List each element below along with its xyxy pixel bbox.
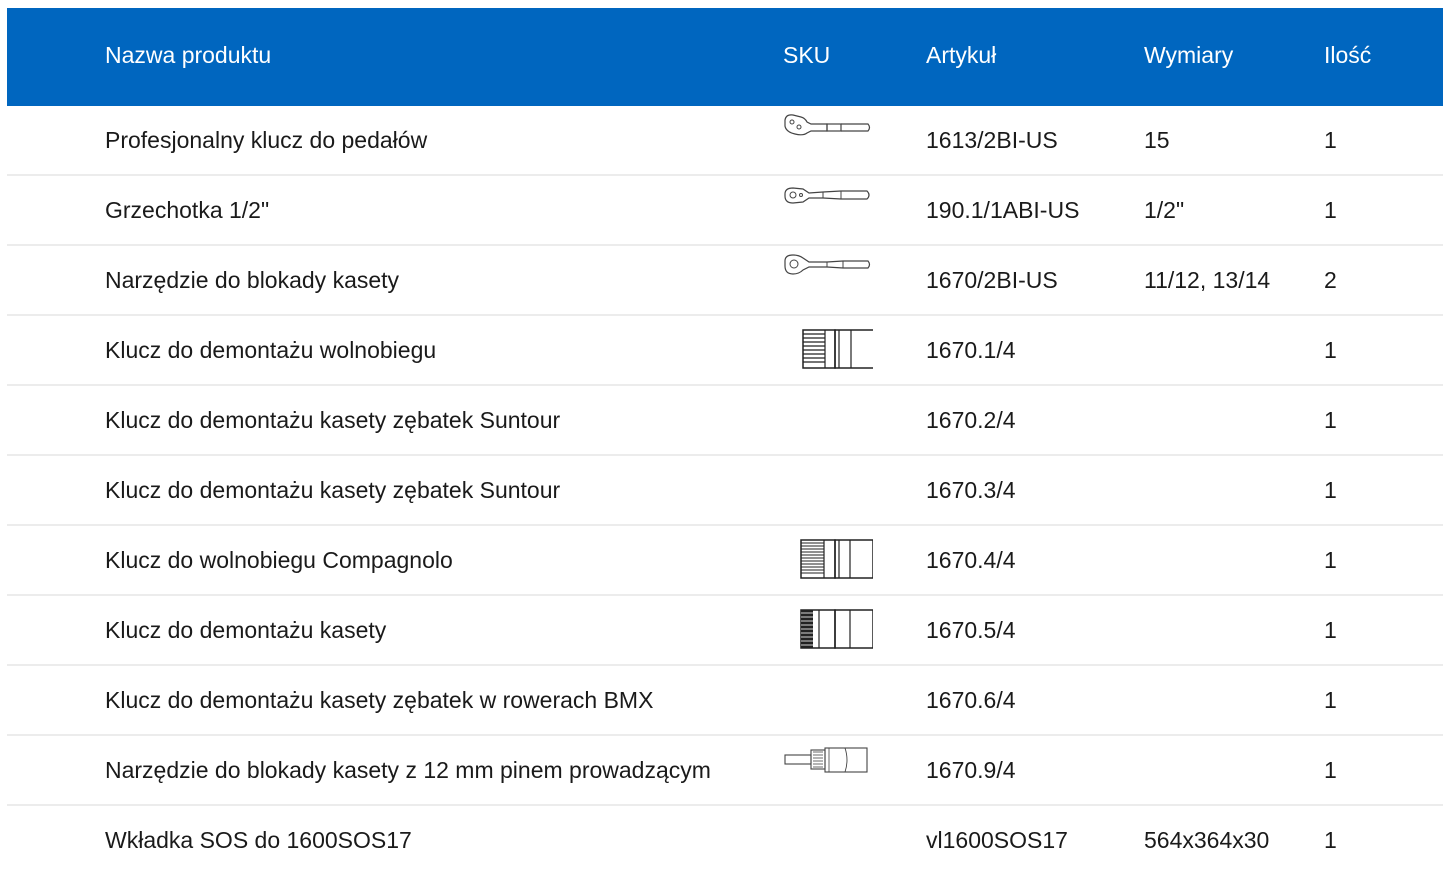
table-row: Klucz do demontażu wolnobiegu 1670.1/4 1 <box>7 316 1443 386</box>
product-quantity: 1 <box>1324 757 1337 783</box>
product-article: 1670.4/4 <box>926 547 1016 573</box>
product-name: Grzechotka 1/2" <box>105 197 270 223</box>
product-name: Wkładka SOS do 1600SOS17 <box>105 827 412 853</box>
header-sku[interactable]: SKU <box>783 42 830 69</box>
ratchet-icon <box>783 176 873 244</box>
socket-tool-icon <box>783 526 873 594</box>
table-row: Narzędzie do blokady kasety z 12 mm pine… <box>7 736 1443 806</box>
product-article: 1613/2BI-US <box>926 127 1058 153</box>
table-row: Profesjonalny klucz do pedałów 1613/2BI-… <box>7 106 1443 176</box>
product-quantity: 1 <box>1324 477 1337 503</box>
header-dimensions[interactable]: Wymiary <box>1144 42 1233 69</box>
product-name: Klucz do demontażu kasety zębatek Suntou… <box>105 477 561 503</box>
product-dimensions: 11/12, 13/14 <box>1144 267 1271 293</box>
product-quantity: 2 <box>1324 267 1337 293</box>
product-name: Klucz do demontażu kasety zębatek w rowe… <box>105 687 654 713</box>
header-product-name[interactable]: Nazwa produktu <box>105 42 271 69</box>
product-article: 190.1/1ABI-US <box>926 197 1080 223</box>
products-table: Nazwa produktu SKU Artykuł Wymiary Ilość… <box>7 8 1443 874</box>
table-row: Wkładka SOS do 1600SOS17 vl1600SOS17 564… <box>7 806 1443 874</box>
product-name: Klucz do wolnobiegu Compagnolo <box>105 547 453 573</box>
pedal-wrench-icon <box>783 106 873 174</box>
header-quantity[interactable]: Ilość <box>1324 42 1371 69</box>
product-quantity: 1 <box>1324 407 1337 433</box>
socket-tool-dense-icon <box>783 596 873 664</box>
table-row: Klucz do demontażu kasety zębatek w rowe… <box>7 666 1443 736</box>
pin-socket-tool-icon <box>783 736 873 804</box>
product-name: Narzędzie do blokady kasety <box>105 267 400 293</box>
product-article: 1670.6/4 <box>926 687 1016 713</box>
product-quantity: 1 <box>1324 617 1337 643</box>
product-name: Klucz do demontażu wolnobiegu <box>105 337 437 363</box>
product-article: vl1600SOS17 <box>926 827 1068 853</box>
header-article[interactable]: Artykuł <box>926 42 996 69</box>
product-name: Narzędzie do blokady kasety z 12 mm pine… <box>105 757 711 783</box>
table-row: Klucz do demontażu kasety zębatek Suntou… <box>7 456 1443 526</box>
product-article: 1670.3/4 <box>926 477 1016 503</box>
product-dimensions: 564x364x30 <box>1144 827 1270 853</box>
product-name: Profesjonalny klucz do pedałów <box>105 127 428 153</box>
product-quantity: 1 <box>1324 547 1337 573</box>
product-quantity: 1 <box>1324 687 1337 713</box>
product-quantity: 1 <box>1324 197 1337 223</box>
product-name: Klucz do demontażu kasety zębatek Suntou… <box>105 407 561 433</box>
cassette-lock-tool-icon <box>783 246 873 314</box>
table-row: Klucz do demontażu kasety 1670.5/4 1 <box>7 596 1443 666</box>
table-header: Nazwa produktu SKU Artykuł Wymiary Ilość <box>7 8 1443 106</box>
socket-tool-icon <box>783 316 873 384</box>
table-row: Narzędzie do blokady kasety 1670/2BI-US … <box>7 246 1443 316</box>
product-quantity: 1 <box>1324 337 1337 363</box>
table-row: Grzechotka 1/2" 190.1/1ABI-US 1/2" 1 <box>7 176 1443 246</box>
product-article: 1670/2BI-US <box>926 267 1058 293</box>
product-quantity: 1 <box>1324 827 1337 853</box>
table-row: Klucz do demontażu kasety zębatek Suntou… <box>7 386 1443 456</box>
product-article: 1670.9/4 <box>926 757 1016 783</box>
table-row: Klucz do wolnobiegu Compagnolo 1670.4/4 … <box>7 526 1443 596</box>
product-dimensions: 1/2" <box>1144 197 1185 223</box>
product-name: Klucz do demontażu kasety <box>105 617 387 643</box>
product-quantity: 1 <box>1324 127 1337 153</box>
product-article: 1670.1/4 <box>926 337 1016 363</box>
product-dimensions: 15 <box>1144 127 1170 153</box>
product-article: 1670.2/4 <box>926 407 1016 433</box>
product-article: 1670.5/4 <box>926 617 1016 643</box>
